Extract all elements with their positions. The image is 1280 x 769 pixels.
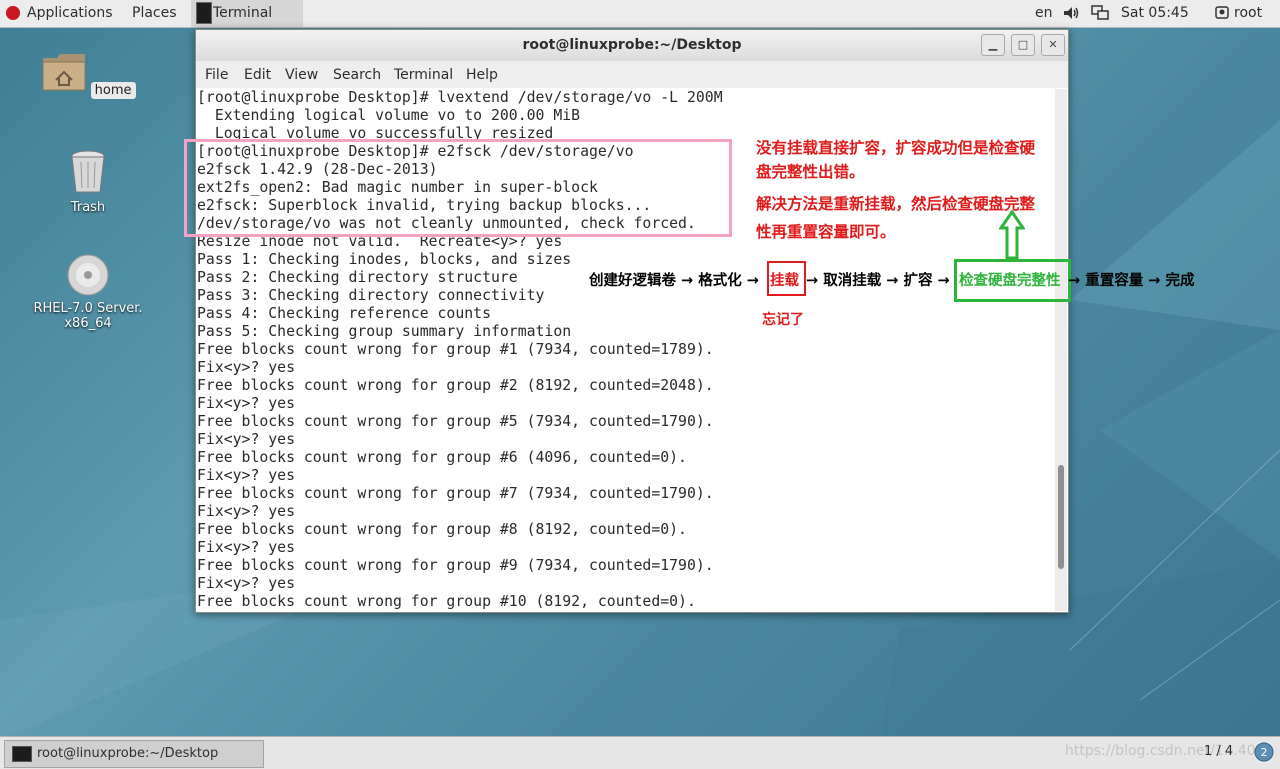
terminal-line: Fix<y>? yes xyxy=(197,431,295,448)
flow-steps-3: → 重置容量 → 完成 xyxy=(1068,273,1195,289)
note-line-4: 性再重置容量即可。 xyxy=(756,223,896,241)
note-line-3: 解决方法是重新挂载，然后检查硬盘完整 xyxy=(756,195,1036,213)
menu-view[interactable]: View xyxy=(285,67,318,83)
top-panel: Applications Places Terminal en Sat 05:4… xyxy=(0,0,1280,28)
note-line-2: 盘完整性出错。 xyxy=(756,163,865,181)
terminal-line: Free blocks count wrong for group #8 (81… xyxy=(197,521,687,538)
redhat-logo-icon xyxy=(6,6,20,20)
flow-step-mount: 挂载 xyxy=(770,273,799,289)
volume-icon[interactable] xyxy=(1063,6,1079,20)
language-indicator[interactable]: en xyxy=(1035,5,1053,21)
terminal-line: Free blocks count wrong for group #10 (8… xyxy=(197,593,696,610)
terminal-window: root@linuxprobe:~/Desktop ▁ □ ✕ File Edi… xyxy=(195,29,1069,613)
terminal-line: Pass 3: Checking directory connectivity xyxy=(197,287,545,304)
terminal-line: Free blocks count wrong for group #1 (79… xyxy=(197,341,714,358)
terminal-line: Fix<y>? yes xyxy=(197,539,295,556)
menu-bar: File Edit View Search Terminal Help xyxy=(196,61,1068,88)
home-folder-icon[interactable]: home xyxy=(40,50,136,99)
terminal-line: Fix<y>? yes xyxy=(197,467,295,484)
menu-terminal[interactable]: Terminal xyxy=(394,67,453,83)
trash-can-icon xyxy=(71,150,105,193)
terminal-icon xyxy=(12,746,32,762)
terminal-line: Pass 4: Checking reference counts xyxy=(197,305,491,322)
disc-icon xyxy=(67,254,109,296)
dvd-label-line2: x86_64 xyxy=(64,316,112,331)
terminal-line: Free blocks count wrong for group #2 (81… xyxy=(197,377,714,394)
flow-steps-1: 创建好逻辑卷 → 格式化 → xyxy=(589,273,759,289)
terminal-app-label[interactable]: Terminal xyxy=(213,5,272,21)
scrollbar-thumb[interactable] xyxy=(1058,465,1064,569)
clock[interactable]: Sat 05:45 xyxy=(1121,5,1189,21)
terminal-line: Fix<y>? yes xyxy=(197,575,295,592)
terminal-line: Free blocks count wrong for group #6 (40… xyxy=(197,449,687,466)
terminal-line: Pass 5: Checking group summary informati… xyxy=(197,323,572,340)
menu-search[interactable]: Search xyxy=(333,67,381,83)
bottom-panel: root@linuxprobe:~/Desktop https://blog.c… xyxy=(0,736,1280,769)
terminal-line: Free blocks count wrong for group #7 (79… xyxy=(197,485,714,502)
taskbar-window-title: root@linuxprobe:~/Desktop xyxy=(37,746,219,761)
terminal-line: Extending logical volume vo to 200.00 Mi… xyxy=(197,107,581,124)
home-label: home xyxy=(90,82,136,99)
forgot-note: 忘记了 xyxy=(762,312,804,328)
terminal-scrollbar[interactable] xyxy=(1055,89,1067,611)
terminal-icon xyxy=(196,2,212,24)
places-menu[interactable]: Places xyxy=(132,5,177,21)
terminal-line: Free blocks count wrong for group #5 (79… xyxy=(197,413,714,430)
terminal-line: Pass 2: Checking directory structure xyxy=(197,269,518,286)
menu-file[interactable]: File xyxy=(205,67,228,83)
terminal-line: [root@linuxprobe Desktop]# lvextend /dev… xyxy=(197,89,723,106)
green-up-arrow-icon xyxy=(999,210,1025,260)
terminal-line: Free blocks count wrong for group #9 (79… xyxy=(197,557,714,574)
flow-steps-2: → 取消挂载 → 扩容 → xyxy=(806,273,950,289)
flow-step-check: 检查硬盘完整性 xyxy=(959,273,1061,289)
close-button[interactable]: ✕ xyxy=(1041,34,1065,56)
minimize-button[interactable]: ▁ xyxy=(981,34,1005,56)
applications-menu[interactable]: Applications xyxy=(27,5,113,21)
note-line-1: 没有挂载直接扩容，扩容成功但是检查硬 xyxy=(756,139,1036,157)
svg-text:2: 2 xyxy=(1261,746,1268,759)
user-icon[interactable] xyxy=(1215,6,1229,19)
trash-icon[interactable]: Trash xyxy=(40,148,136,215)
user-menu[interactable]: root xyxy=(1234,5,1262,21)
workspace-indicator[interactable]: 1 / 4 xyxy=(1204,744,1233,759)
terminal-line: Pass 1: Checking inodes, blocks, and siz… xyxy=(197,251,572,268)
dvd-label-line1: RHEL-7.0 Server. xyxy=(33,301,143,316)
terminal-line: Fix<y>? yes xyxy=(197,503,295,520)
menu-help[interactable]: Help xyxy=(466,67,498,83)
menu-edit[interactable]: Edit xyxy=(244,67,271,83)
dvd-drive-icon[interactable]: RHEL-7.0 Server. x86_64 xyxy=(22,253,154,331)
taskbar-window-button[interactable]: root@linuxprobe:~/Desktop xyxy=(4,740,264,768)
terminal-line: Fix<y>? yes xyxy=(197,359,295,376)
window-title[interactable]: root@linuxprobe:~/Desktop xyxy=(196,30,1068,62)
maximize-button[interactable]: □ xyxy=(1011,34,1035,56)
terminal-line: Fix<y>? yes xyxy=(197,395,295,412)
network-icon[interactable] xyxy=(1091,5,1109,21)
pink-highlight-box xyxy=(184,139,732,237)
message-tray-icon[interactable]: 2 xyxy=(1254,742,1274,762)
folder-icon xyxy=(42,54,85,91)
trash-label: Trash xyxy=(70,200,106,215)
